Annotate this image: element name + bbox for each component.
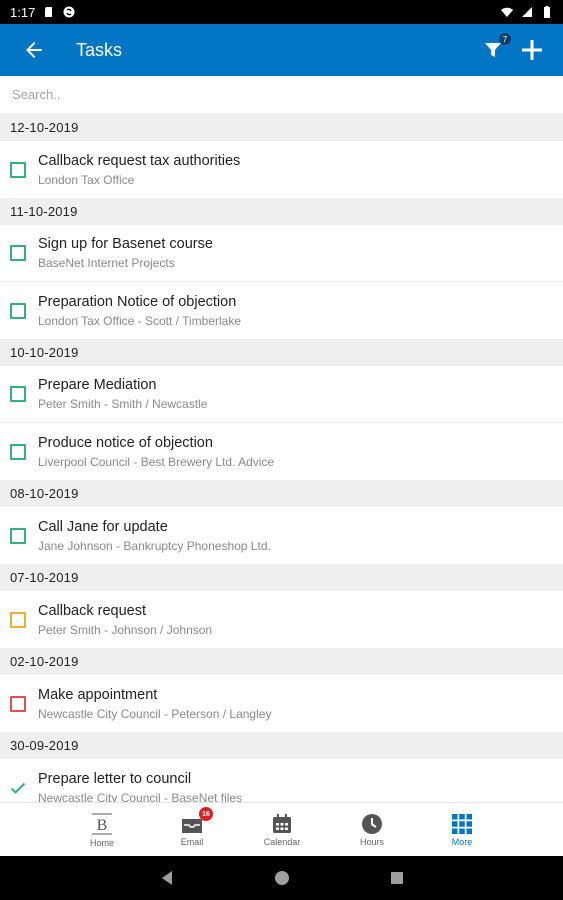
plus-icon	[522, 40, 542, 60]
task-subtitle: Peter Smith - Smith / Newcastle	[38, 397, 208, 411]
app-bar: Tasks 7	[0, 24, 563, 76]
nav-email[interactable]: 16 Email	[147, 803, 237, 856]
task-subtitle: Jane Johnson - Bankruptcy Phoneshop Ltd.	[38, 538, 271, 553]
nav-calendar[interactable]: Calendar	[237, 803, 327, 856]
date-header: 11-10-2019	[0, 198, 563, 225]
svg-text:B: B	[97, 817, 108, 834]
grid-icon	[452, 813, 472, 834]
task-item[interactable]: Callback request Peter Smith - Johnson /…	[0, 591, 563, 648]
date-header: 02-10-2019	[0, 648, 563, 675]
task-subtitle: Liverpool Council - Best Brewery Ltd. Ad…	[38, 454, 275, 469]
bottom-navigation: B Home 16 Email Calendar Hours More	[0, 802, 563, 856]
task-item[interactable]: Prepare Mediation Peter Smith - Smith / …	[0, 366, 563, 423]
nav-hours[interactable]: Hours	[327, 803, 417, 856]
status-time: 1:17	[10, 4, 36, 20]
date-header: 08-10-2019	[0, 480, 563, 507]
nav-hours-label: Hours	[359, 836, 384, 847]
date-header: 12-10-2019	[0, 114, 563, 141]
task-title: Produce notice of objection	[38, 434, 213, 451]
system-navigation-bar	[0, 856, 563, 900]
nav-home-label: Home	[89, 837, 114, 848]
nav-calendar-label: Calendar	[263, 836, 301, 847]
task-title: Prepare Mediation	[38, 377, 157, 393]
nav-more[interactable]: More	[417, 803, 507, 856]
page-title: Tasks	[76, 39, 123, 60]
search-input[interactable]	[0, 76, 563, 113]
task-subtitle: London Tax Office - Scott / Timberlake	[38, 313, 241, 328]
task-item[interactable]: Preparation Notice of objection London T…	[0, 282, 563, 339]
calendar-icon	[273, 813, 291, 833]
battery-icon	[544, 6, 550, 18]
task-title: Make appointment	[38, 686, 158, 703]
circle-home-icon	[274, 871, 289, 885]
task-title: Call Jane for update	[38, 518, 168, 535]
add-task-button[interactable]	[519, 37, 545, 63]
arrow-back-icon	[26, 42, 42, 58]
task-checkbox[interactable]	[10, 611, 26, 628]
task-checkbox[interactable]	[10, 695, 26, 712]
task-title: Preparation Notice of objection	[38, 293, 237, 310]
filter-count-badge: 7	[499, 33, 511, 45]
sd-card-icon	[45, 7, 53, 17]
task-title: Callback request tax authorities	[38, 152, 241, 169]
task-checkbox[interactable]	[10, 161, 26, 178]
task-item[interactable]: Call Jane for update Jane Johnson - Bank…	[0, 507, 563, 564]
task-checkbox[interactable]	[10, 527, 26, 544]
system-back-button[interactable]	[160, 870, 174, 886]
clock-icon	[362, 813, 382, 834]
task-title: Sign up for Basenet course	[38, 236, 213, 252]
search-bar	[0, 76, 563, 114]
task-subtitle: Newcastle City Council - BaseNet files	[38, 790, 243, 803]
nav-home[interactable]: B Home	[57, 803, 147, 856]
task-title: Prepare letter to council	[38, 770, 192, 787]
system-home-button[interactable]	[274, 870, 290, 886]
task-title: Callback request	[38, 602, 146, 619]
task-checkbox[interactable]	[10, 443, 26, 460]
date-header: 10-10-2019	[0, 339, 563, 366]
triangle-back-icon	[161, 871, 172, 885]
task-item[interactable]: Sign up for Basenet course BaseNet Inter…	[0, 225, 563, 282]
signal-icon	[522, 7, 532, 17]
back-button[interactable]	[10, 24, 58, 76]
date-header: 30-09-2019	[0, 732, 563, 759]
task-item[interactable]: Produce notice of objection Liverpool Co…	[0, 423, 563, 480]
shazam-icon	[63, 6, 75, 18]
square-recents-icon	[390, 872, 403, 884]
wifi-icon	[501, 7, 513, 17]
date-header: 07-10-2019	[0, 564, 563, 591]
task-checkbox[interactable]	[10, 386, 26, 402]
task-done-checkmark[interactable]	[10, 780, 26, 796]
nav-email-label: Email	[180, 836, 204, 847]
task-checkbox[interactable]	[10, 245, 26, 261]
task-subtitle: Peter Smith - Johnson / Johnson	[38, 622, 213, 637]
nav-more-label: More	[451, 836, 473, 847]
task-checkbox[interactable]	[10, 302, 26, 319]
filter-button[interactable]: 7	[481, 33, 511, 62]
task-subtitle: London Tax Office	[38, 172, 135, 187]
task-subtitle: BaseNet Internet Projects	[38, 256, 175, 270]
email-unread-badge: 16	[199, 807, 213, 821]
task-subtitle: Newcastle City Council - Peterson / Lang…	[38, 706, 272, 721]
task-list[interactable]: 12-10-2019 Callback request tax authorit…	[0, 114, 563, 802]
task-item[interactable]: Prepare letter to council Newcastle City…	[0, 759, 563, 802]
check-icon	[10, 782, 26, 794]
task-item[interactable]: Callback request tax authorities London …	[0, 141, 563, 198]
system-recents-button[interactable]	[390, 871, 404, 885]
basenet-logo-icon: B	[92, 813, 112, 834]
status-bar: 1:17	[0, 0, 563, 24]
task-item[interactable]: Make appointment Newcastle City Council …	[0, 675, 563, 732]
